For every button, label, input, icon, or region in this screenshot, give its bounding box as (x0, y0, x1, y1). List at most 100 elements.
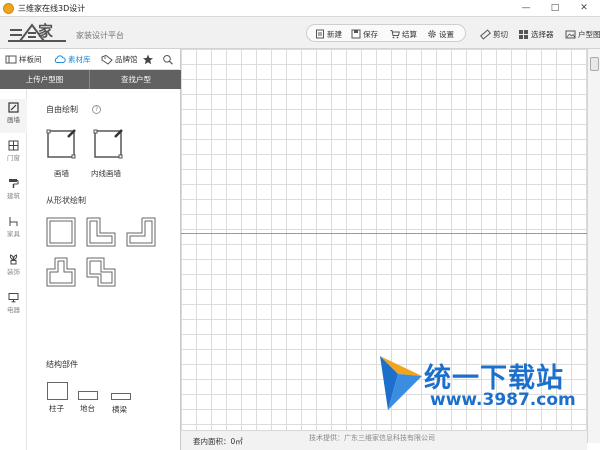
category-decoration-label: 装饰 (7, 268, 20, 276)
notch-room-icon (86, 257, 116, 287)
draw-wall-icon (46, 129, 76, 159)
left-panel: 样板间 素材库 品牌馆 上传户型图 查找户型 画墙 门窗 建筑 家具 装饰 电器… (0, 49, 181, 450)
cart-icon (390, 30, 400, 39)
tab-material-library-label: 素材库 (68, 55, 91, 64)
draw-wall-tool[interactable] (46, 127, 78, 159)
canvas-axis-line (181, 233, 587, 234)
t-room-icon (46, 257, 76, 287)
search-button[interactable] (162, 53, 174, 66)
house-plan-label: 户型图 (578, 29, 600, 39)
window-title: 三维家在线3D设计 (18, 4, 86, 13)
app-icon (3, 3, 14, 14)
status-bar: 套内面积：0㎡ 技术提供：广东三维家信息科技有限公司 (181, 430, 587, 450)
beam-label: 横梁 (112, 405, 127, 414)
gear-icon (428, 30, 436, 38)
selector-label: 选择器 (531, 29, 554, 39)
area-readout: 套内面积：0㎡ (193, 437, 243, 446)
close-button[interactable]: ✕ (570, 0, 598, 17)
main-toolbar: 新建 保存 结算 设置 (306, 24, 466, 42)
new-button[interactable]: 新建 (315, 27, 342, 41)
category-furniture-label: 家具 (7, 230, 20, 238)
title-bar: 三维家在线3D设计 — □ ✕ (0, 0, 600, 17)
category-door-window[interactable]: 门窗 (0, 137, 27, 171)
platform-icon (78, 391, 98, 400)
cut-button[interactable]: 剪切 (480, 27, 508, 41)
category-draw-wall-label: 画墙 (7, 116, 20, 124)
watermark: 统一下载站 www.3987.com (378, 352, 576, 414)
settle-button[interactable]: 结算 (390, 27, 417, 41)
maximize-button[interactable]: □ (541, 0, 569, 17)
reverse-l-room-icon (126, 217, 156, 247)
shape-t-room-tool[interactable] (46, 257, 76, 287)
column-tool[interactable] (47, 382, 68, 400)
column-icon (47, 382, 68, 400)
selector-button[interactable]: 选择器 (518, 27, 554, 41)
shape-draw-title: 从形状绘制 (46, 196, 86, 205)
scroll-handle[interactable] (590, 57, 599, 71)
watermark-url: www.3987.com (430, 390, 576, 410)
upload-floorplan-button[interactable]: 上传户型图 (0, 70, 90, 89)
category-appliance-label: 电器 (7, 306, 20, 314)
settings-label: 设置 (439, 29, 454, 39)
shape-notch-room-tool[interactable] (86, 257, 116, 287)
tab-material-library[interactable]: 素材库 (54, 53, 91, 66)
free-draw-title: 自由绘制 (46, 105, 78, 114)
logo-text: 家 (38, 22, 54, 40)
platform-label: 地台 (80, 404, 95, 413)
tag-icon (101, 54, 113, 65)
tab-sample-room[interactable]: 样板间 (5, 53, 42, 66)
right-scrollbar[interactable] (587, 49, 600, 443)
watermark-logo-icon (380, 356, 422, 410)
star-icon (143, 54, 153, 65)
new-file-icon (316, 29, 324, 39)
house-plan-button[interactable]: 户型图 (565, 27, 600, 41)
plant-icon (9, 254, 18, 265)
beam-tool[interactable] (111, 393, 131, 400)
save-icon (351, 29, 361, 39)
chair-icon (9, 217, 18, 226)
cut-label: 剪切 (493, 29, 508, 39)
tab-brand-hall-label: 品牌馆 (115, 55, 138, 64)
category-furniture[interactable]: 家具 (0, 213, 27, 247)
category-sidebar: 画墙 门窗 建筑 家具 装饰 电器 (0, 89, 27, 450)
category-draw-wall[interactable]: 画墙 (0, 99, 27, 133)
cloud-icon (54, 55, 66, 63)
platform-subtitle: 家装设计平台 (76, 31, 124, 40)
tab-brand-hall[interactable]: 品牌馆 (101, 53, 138, 66)
tab-sample-room-label: 样板间 (19, 55, 42, 64)
inner-wall-label: 内线画墙 (91, 169, 121, 178)
inner-wall-tool[interactable] (93, 127, 125, 159)
category-building-label: 建筑 (7, 192, 20, 200)
door-window-icon (8, 140, 19, 151)
column-label: 柱子 (49, 404, 64, 413)
shape-square-tool[interactable] (46, 217, 76, 247)
save-button[interactable]: 保存 (351, 27, 378, 41)
paint-roller-icon (9, 179, 19, 188)
settings-button[interactable]: 设置 (427, 27, 454, 41)
l-room-icon (86, 217, 116, 247)
platform-tool[interactable] (78, 391, 98, 400)
structure-title: 结构部件 (46, 360, 78, 369)
tool-content: 自由绘制 ? 画墙 内线画墙 从形状绘制 结构部件 柱子 地台 横梁 (27, 89, 180, 450)
app-header: 家 家装设计平台 新建 保存 结算 设置 剪切 选择器 户型图 (0, 17, 600, 49)
shape-reverse-l-tool[interactable] (126, 217, 156, 247)
settle-label: 结算 (402, 29, 417, 39)
ruler-icon (480, 28, 491, 40)
favorites-button[interactable] (142, 53, 154, 66)
category-building[interactable]: 建筑 (0, 175, 27, 209)
new-label: 新建 (327, 29, 342, 39)
category-decoration[interactable]: 装饰 (0, 251, 27, 285)
shape-l-room-tool[interactable] (86, 217, 116, 247)
square-room-icon (46, 217, 76, 247)
monitor-icon (8, 293, 19, 303)
category-door-window-label: 门窗 (7, 154, 20, 162)
find-floorplan-button[interactable]: 查找户型 (91, 70, 181, 89)
provider-text: 技术提供：广东三维家信息科技有限公司 (309, 434, 435, 442)
upload-bar: 上传户型图 查找户型 (0, 70, 181, 89)
image-icon (565, 30, 576, 38)
search-icon (163, 55, 173, 65)
inner-wall-icon (93, 129, 123, 159)
minimize-button[interactable]: — (512, 0, 540, 17)
help-icon[interactable]: ? (92, 105, 101, 114)
category-appliance[interactable]: 电器 (0, 289, 27, 323)
